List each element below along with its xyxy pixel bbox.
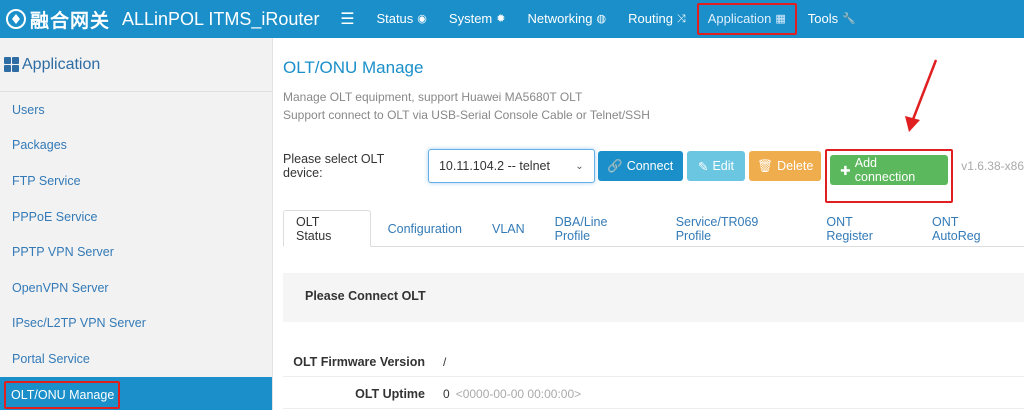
olt-device-select[interactable]: 10.11.104.2 -- telnet ⌄ xyxy=(427,149,595,183)
sidebar-item-label: Users xyxy=(12,102,45,117)
sidebar-item-label: OpenVPN Server xyxy=(12,280,109,295)
panel-title: Please Connect OLT xyxy=(305,289,426,303)
sidebar-item-openvpn-server[interactable]: OpenVPN Server xyxy=(0,270,272,306)
chevron-down-icon: ⌄ xyxy=(575,160,584,172)
tab-label: ONT AutoReg xyxy=(931,214,981,243)
sidebar-menu: Users Packages FTP Service PPPoE Service… xyxy=(0,92,272,410)
tab-ont-autoreg[interactable]: ONT AutoReg xyxy=(917,210,1024,247)
info-value: 0 xyxy=(443,386,450,401)
brand-name-cn: 融合网关 xyxy=(30,10,111,32)
add-connection-highlight: ✚ Add connection xyxy=(825,149,954,203)
wrench-icon: 🔧 xyxy=(842,13,856,25)
tab-dba-line-profile[interactable]: DBA/Line Profile xyxy=(540,210,661,247)
add-connection-button-label: Add connection xyxy=(854,156,916,184)
info-value: / xyxy=(443,354,447,369)
sidebar-item-users[interactable]: Users xyxy=(0,92,272,128)
nav-application-label: Application xyxy=(707,11,772,26)
sidebar-item-pptp-vpn-server[interactable]: PPTP VPN Server xyxy=(0,234,272,270)
nav-status-label: Status xyxy=(376,11,414,26)
tab-configuration[interactable]: Configuration xyxy=(373,210,477,247)
nav-routing-label: Routing xyxy=(628,11,673,26)
sidebar-item-portal-service[interactable]: Portal Service xyxy=(0,341,272,377)
sidebar-item-ipsec-l2tp-vpn-server[interactable]: IPsec/L2TP VPN Server xyxy=(0,306,272,342)
info-label: OLT Uptime xyxy=(355,386,425,401)
tab-service-tr069-profile[interactable]: Service/TR069 Profile xyxy=(661,210,812,247)
menu-toggle-icon[interactable]: ☰ xyxy=(335,9,359,29)
olt-select-label: Please select OLT device: xyxy=(283,152,384,180)
plus-icon: ✚ xyxy=(840,163,851,178)
connect-button-label: Connect xyxy=(626,159,674,173)
sidebar-item-label: FTP Service xyxy=(12,173,81,188)
delete-button[interactable]: 🗑 Delete xyxy=(749,151,822,181)
sidebar-item-label: IPsec/L2TP VPN Server xyxy=(12,316,146,331)
sidebar-item-packages[interactable]: Packages xyxy=(0,128,272,164)
tab-label: DBA/Line Profile xyxy=(554,214,608,243)
olt-tabs: OLT Status Configuration VLAN DBA/Line P… xyxy=(283,210,1024,247)
grid-icon: ▦ xyxy=(775,13,786,25)
brand[interactable]: 融合网关 ALLinPOL ITMS_iRouter xyxy=(0,0,335,38)
edit-button[interactable]: ✎ Edit xyxy=(686,151,746,181)
sidebar-item-label: PPTP VPN Server xyxy=(12,245,114,260)
olt-device-select-value: 10.11.104.2 -- telnet xyxy=(438,159,550,173)
shuffle-icon: ⤨ xyxy=(676,13,686,25)
page-title: OLT/ONU Manage xyxy=(283,58,424,77)
globe-icon: ◍ xyxy=(596,13,607,25)
sidebar: Application Users Packages FTP Service P… xyxy=(0,38,273,410)
info-row-uptime: OLT Uptime 0 <0000-00-00 00:00:00> xyxy=(283,379,1024,409)
nav-system[interactable]: System ✹ xyxy=(438,4,517,34)
grid-icon xyxy=(4,57,19,72)
nav-routing[interactable]: Routing ⤨ xyxy=(617,4,697,34)
sidebar-item-label: OLT/ONU Manage xyxy=(4,380,121,409)
info-row-firmware: OLT Firmware Version / xyxy=(283,347,1024,377)
annotation-arrow-icon xyxy=(905,59,938,132)
brand-logo-icon xyxy=(6,9,26,29)
sidebar-item-label: Portal Service xyxy=(12,351,90,366)
top-navbar: 融合网关 ALLinPOL ITMS_iRouter ☰ Status ◉ Sy… xyxy=(0,0,1024,38)
delete-button-label: Delete xyxy=(777,159,814,173)
version-label: v1.6.38-x86 xyxy=(961,159,1024,173)
olt-device-toolbar: Please select OLT device: 10.11.104.2 --… xyxy=(283,149,1024,203)
tab-vlan[interactable]: VLAN xyxy=(477,210,540,247)
tab-label: VLAN xyxy=(491,221,525,236)
nav-tools-label: Tools xyxy=(807,11,839,26)
tab-olt-status[interactable]: OLT Status xyxy=(283,210,371,247)
connect-button[interactable]: 🔗 Connect xyxy=(597,151,683,181)
nav-system-label: System xyxy=(448,11,493,26)
add-connection-button[interactable]: ✚ Add connection xyxy=(830,155,949,185)
info-value-extra: <0000-00-00 00:00:00> xyxy=(455,386,582,401)
link-icon: 🔗 xyxy=(607,158,623,173)
nav-networking[interactable]: Networking ◍ xyxy=(516,4,617,34)
sidebar-item-ftp-service[interactable]: FTP Service xyxy=(0,163,272,199)
sidebar-item-label: Packages xyxy=(12,138,67,153)
tab-label: Configuration xyxy=(387,221,462,236)
nav-status[interactable]: Status ◉ xyxy=(365,4,437,34)
gear-icon: ✹ xyxy=(496,13,506,25)
description-line-2: Support connect to OLT via USB-Serial Co… xyxy=(283,108,650,122)
edit-button-label: Edit xyxy=(712,159,734,173)
sidebar-title: Application xyxy=(22,55,101,73)
description-line-1: Manage OLT equipment, support Huawei MA5… xyxy=(283,90,583,104)
sidebar-item-label: PPPoE Service xyxy=(12,209,98,224)
trash-icon: 🗑 xyxy=(757,158,774,173)
sidebar-header: Application xyxy=(0,38,272,92)
page-description: Manage OLT equipment, support Huawei MA5… xyxy=(283,88,650,124)
sidebar-item-olt-onu-manage[interactable]: OLT/ONU Manage xyxy=(0,376,272,410)
olt-status-panel: Please Connect OLT xyxy=(283,273,1024,322)
tab-ont-register[interactable]: ONT Register xyxy=(811,210,917,247)
nav-tools[interactable]: Tools 🔧 xyxy=(797,4,867,34)
info-label: OLT Firmware Version xyxy=(293,354,425,369)
nav-application[interactable]: Application ▦ xyxy=(696,3,797,35)
edit-icon: ✎ xyxy=(697,159,709,174)
brand-name-en: ALLinPOL ITMS_iRouter xyxy=(122,8,320,29)
tab-label: ONT Register xyxy=(826,214,873,243)
nav-networking-label: Networking xyxy=(527,11,593,26)
tab-label: OLT Status xyxy=(296,214,332,243)
eye-icon: ◉ xyxy=(417,13,427,25)
sidebar-item-pppoe-service[interactable]: PPPoE Service xyxy=(0,199,272,235)
tab-label: Service/TR069 Profile xyxy=(675,214,759,243)
